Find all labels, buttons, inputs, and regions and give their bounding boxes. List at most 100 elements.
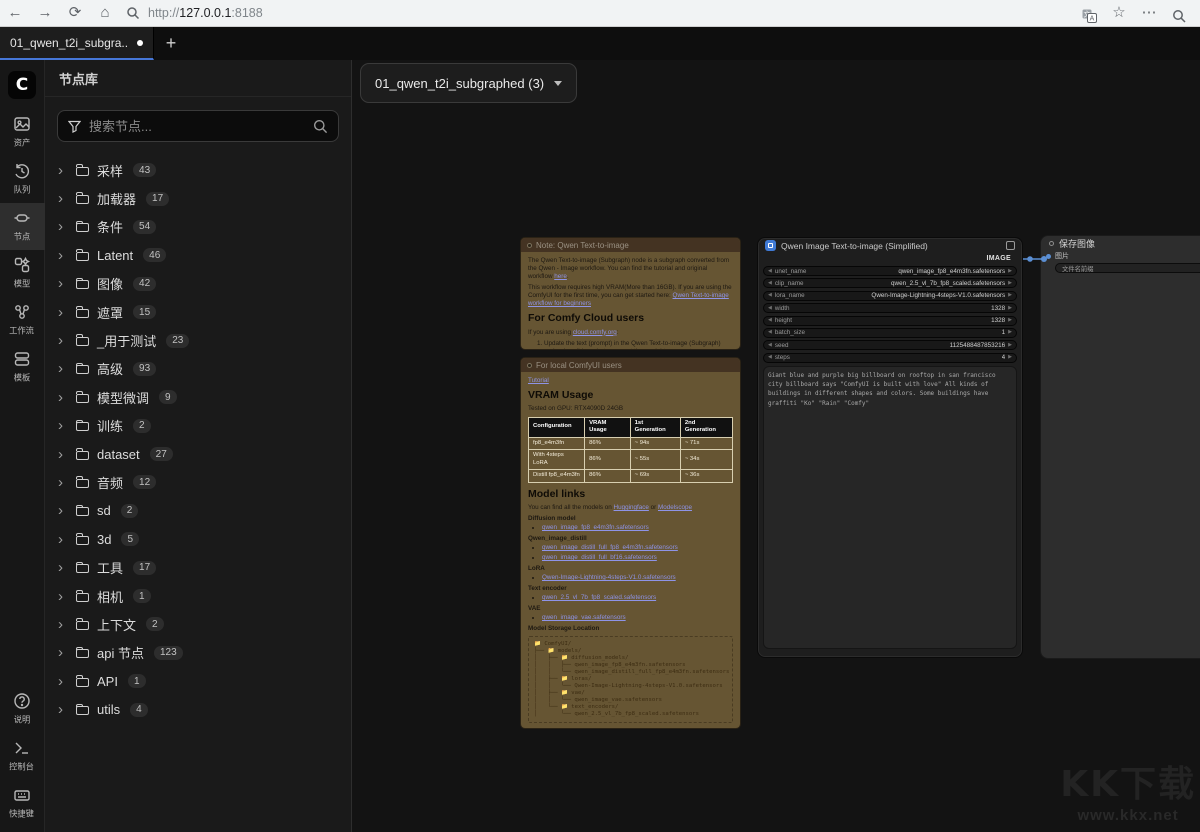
back-icon[interactable]: ← [0, 0, 30, 26]
category-mask[interactable]: 遮罩15 [45, 298, 351, 326]
widget-width[interactable]: width1328 [763, 303, 1017, 313]
toolbar-search-icon[interactable] [1164, 3, 1194, 23]
more-menu-icon[interactable]: ⋯ [1134, 0, 1164, 26]
category-model-patches[interactable]: 模型微调9 [45, 383, 351, 411]
model-download-link[interactable]: qwen_image_distill_full_fp8_e4m3fn.safet… [542, 544, 678, 551]
home-icon[interactable]: ⌂ [90, 0, 120, 26]
increment-icon[interactable] [1008, 318, 1012, 323]
forward-icon[interactable]: → [30, 0, 60, 26]
decrement-icon[interactable] [768, 343, 772, 348]
new-tab-button[interactable]: + [154, 27, 188, 60]
category-loaders[interactable]: 加载器17 [45, 184, 351, 212]
category-utils[interactable]: utils4 [45, 695, 351, 723]
widget-lora-name[interactable]: lora_nameQwen-Image-Lightning-4steps-V1.… [763, 291, 1017, 301]
collapse-dot-icon[interactable] [1049, 241, 1054, 246]
category-3d[interactable]: 3d5 [45, 525, 351, 553]
node-search-box[interactable] [57, 110, 339, 142]
category-advanced[interactable]: 高级93 [45, 355, 351, 383]
sidebar-item-shortcuts[interactable]: 快捷键 [0, 780, 45, 832]
output-slot-image[interactable]: IMAGE [758, 253, 1022, 264]
category-sd[interactable]: sd2 [45, 497, 351, 525]
folder-icon [76, 223, 89, 232]
widget-batch-size[interactable]: batch_size1 [763, 328, 1017, 338]
sidebar-item-assets[interactable]: 资产 [0, 109, 45, 156]
next-value-icon[interactable] [1008, 293, 1012, 298]
collapse-dot-icon[interactable] [527, 363, 532, 368]
node-title-bar[interactable]: Qwen Image Text-to-image (Simplified) [758, 238, 1022, 253]
address-bar[interactable]: http://127.0.0.1:8188 [126, 6, 1074, 20]
increment-icon[interactable] [1008, 330, 1012, 335]
category-for-testing[interactable]: _用于测试23 [45, 326, 351, 354]
input-slot-image[interactable]: 图片 [1041, 251, 1200, 261]
comfyui-logo[interactable]: C [8, 71, 36, 99]
model-download-link[interactable]: qwen_image_distill_full_bf16.safetensors [542, 554, 657, 561]
model-download-link[interactable]: Qwen-Image-Lightning-4steps-V1.0.safeten… [542, 574, 676, 581]
category-training[interactable]: 训练2 [45, 412, 351, 440]
prompt-text-widget[interactable]: Giant blue and purple big billboard on r… [763, 366, 1017, 649]
count-badge: 123 [154, 646, 183, 660]
decrement-icon[interactable] [768, 306, 772, 311]
next-value-icon[interactable] [1008, 281, 1012, 286]
sidebar-item-console[interactable]: 控制台 [0, 733, 45, 780]
category-dataset[interactable]: dataset27 [45, 440, 351, 468]
note-title-bar[interactable]: Note: Qwen Text-to-image [521, 238, 740, 252]
category-audio[interactable]: 音频12 [45, 468, 351, 496]
decrement-icon[interactable] [768, 330, 772, 335]
graph-canvas[interactable]: 01_qwen_t2i_subgraphed (3) Note: Qwen Te… [352, 60, 1200, 832]
cloud-comfy-link[interactable]: cloud.comfy.org [573, 329, 617, 336]
sidebar-item-nodes[interactable]: 节点 [0, 203, 45, 250]
note-node-local-users[interactable]: For local ComfyUI users Tutorial VRAM Us… [520, 357, 741, 729]
category-api-nodes[interactable]: api 节点123 [45, 639, 351, 667]
increment-icon[interactable] [1008, 355, 1012, 360]
model-download-link[interactable]: qwen_2.5_vl_7b_fp8_scaled.safetensors [542, 594, 656, 601]
translate-icon[interactable]: 文A [1074, 3, 1104, 23]
save-image-node[interactable]: 保存图像 图片 文件名前缀 [1040, 235, 1200, 659]
bookmark-star-icon[interactable]: ☆ [1104, 0, 1134, 26]
category-api[interactable]: API1 [45, 667, 351, 695]
category-utils-cn[interactable]: 工具17 [45, 553, 351, 581]
category-camera[interactable]: 相机1 [45, 582, 351, 610]
sidebar-item-queue[interactable]: 队列 [0, 156, 45, 203]
tutorial-link[interactable]: Tutorial [528, 377, 549, 384]
filename-prefix-widget[interactable]: 文件名前缀 [1055, 263, 1200, 273]
note-node-cloud-users[interactable]: Note: Qwen Text-to-image The Qwen Text-t… [520, 237, 741, 350]
tutorial-here-link[interactable]: here [554, 273, 567, 280]
model-download-link[interactable]: qwen_image_vae.safetensors [542, 614, 626, 621]
category-image[interactable]: 图像42 [45, 270, 351, 298]
widget-height[interactable]: height1328 [763, 316, 1017, 326]
widget-steps[interactable]: steps4 [763, 353, 1017, 363]
note-title-bar[interactable]: For local ComfyUI users [521, 358, 740, 372]
increment-icon[interactable] [1008, 343, 1012, 348]
decrement-icon[interactable] [768, 355, 772, 360]
search-input[interactable] [89, 119, 305, 134]
next-value-icon[interactable] [1008, 269, 1012, 274]
modelscope-link[interactable]: Modelscope [658, 504, 692, 511]
collapse-dot-icon[interactable] [527, 243, 532, 248]
prev-value-icon[interactable] [768, 293, 772, 298]
category-conditioning[interactable]: 条件54 [45, 213, 351, 241]
qwen-t2i-node[interactable]: Qwen Image Text-to-image (Simplified) IM… [757, 237, 1023, 658]
decrement-icon[interactable] [768, 318, 772, 323]
model-download-link[interactable]: qwen_image_fp8_e4m3fn.safetensors [542, 524, 649, 531]
huggingface-link[interactable]: Huggingface [614, 504, 649, 511]
workflow-selector[interactable]: 01_qwen_t2i_subgraphed (3) [360, 63, 577, 103]
expand-subgraph-icon[interactable] [1006, 241, 1015, 250]
filter-icon[interactable] [68, 120, 81, 133]
widget-unet-name[interactable]: unet_nameqwen_image_fp8_e4m3fn.safetenso… [763, 266, 1017, 276]
sidebar-item-workflows[interactable]: 工作流 [0, 297, 45, 344]
active-tab[interactable]: 01_qwen_t2i_subgra... [0, 27, 154, 60]
prev-value-icon[interactable] [768, 281, 772, 286]
sidebar-item-templates[interactable]: 模板 [0, 344, 45, 391]
widget-seed[interactable]: seed1125488487853216 [763, 340, 1017, 350]
sidebar-item-help[interactable]: 说明 [0, 686, 45, 733]
category-sampling[interactable]: 采样43 [45, 156, 351, 184]
reload-icon[interactable]: ⟳ [60, 0, 90, 26]
prev-value-icon[interactable] [768, 269, 772, 274]
image-slot-icon[interactable] [1046, 254, 1051, 259]
widget-clip-name[interactable]: clip_nameqwen_2.5_vl_7b_fp8_scaled.safet… [763, 278, 1017, 288]
sidebar-item-models[interactable]: 模型 [0, 250, 45, 297]
increment-icon[interactable] [1008, 306, 1012, 311]
category-context[interactable]: 上下文2 [45, 610, 351, 638]
node-title-bar[interactable]: 保存图像 [1041, 236, 1200, 251]
category-latent[interactable]: Latent46 [45, 241, 351, 269]
